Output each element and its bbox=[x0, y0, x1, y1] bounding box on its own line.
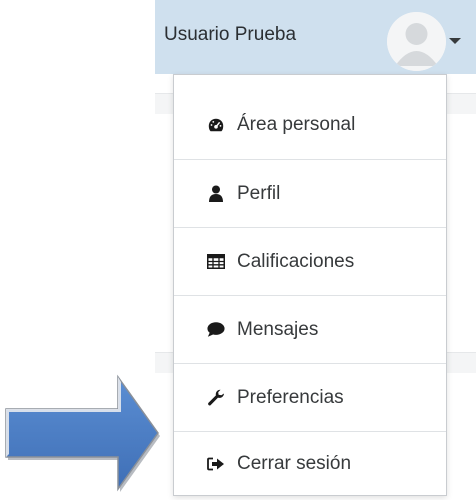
menu-item-label: Perfil bbox=[237, 182, 281, 204]
comment-icon bbox=[207, 321, 225, 339]
menu-item-label: Preferencias bbox=[237, 386, 344, 408]
wrench-icon bbox=[207, 389, 225, 407]
right-arrow-icon bbox=[5, 374, 160, 492]
caret-down-icon[interactable] bbox=[449, 38, 461, 44]
menu-item-perfil[interactable]: Perfil bbox=[174, 159, 446, 227]
menu-item-area-personal[interactable]: Área personal bbox=[174, 75, 446, 159]
table-icon bbox=[207, 253, 225, 271]
menu-item-label: Calificaciones bbox=[237, 250, 355, 272]
user-menu-toggle[interactable]: Usuario Prueba bbox=[155, 0, 476, 74]
user-dropdown-menu: Área personal Perfil Calificaciones Mens… bbox=[173, 74, 447, 496]
user-icon bbox=[207, 185, 225, 203]
avatar[interactable] bbox=[387, 12, 446, 71]
menu-item-label: Mensajes bbox=[237, 318, 319, 340]
menu-item-mensajes[interactable]: Mensajes bbox=[174, 295, 446, 363]
sign-out-icon bbox=[207, 455, 225, 473]
menu-item-calificaciones[interactable]: Calificaciones bbox=[174, 227, 446, 295]
user-name: Usuario Prueba bbox=[164, 24, 297, 45]
menu-item-cerrar-sesion[interactable]: Cerrar sesión bbox=[174, 431, 446, 495]
menu-item-label: Cerrar sesión bbox=[237, 452, 352, 474]
menu-item-label: Área personal bbox=[237, 114, 356, 135]
menu-item-preferencias[interactable]: Preferencias bbox=[174, 363, 446, 431]
dashboard-icon bbox=[207, 116, 225, 134]
